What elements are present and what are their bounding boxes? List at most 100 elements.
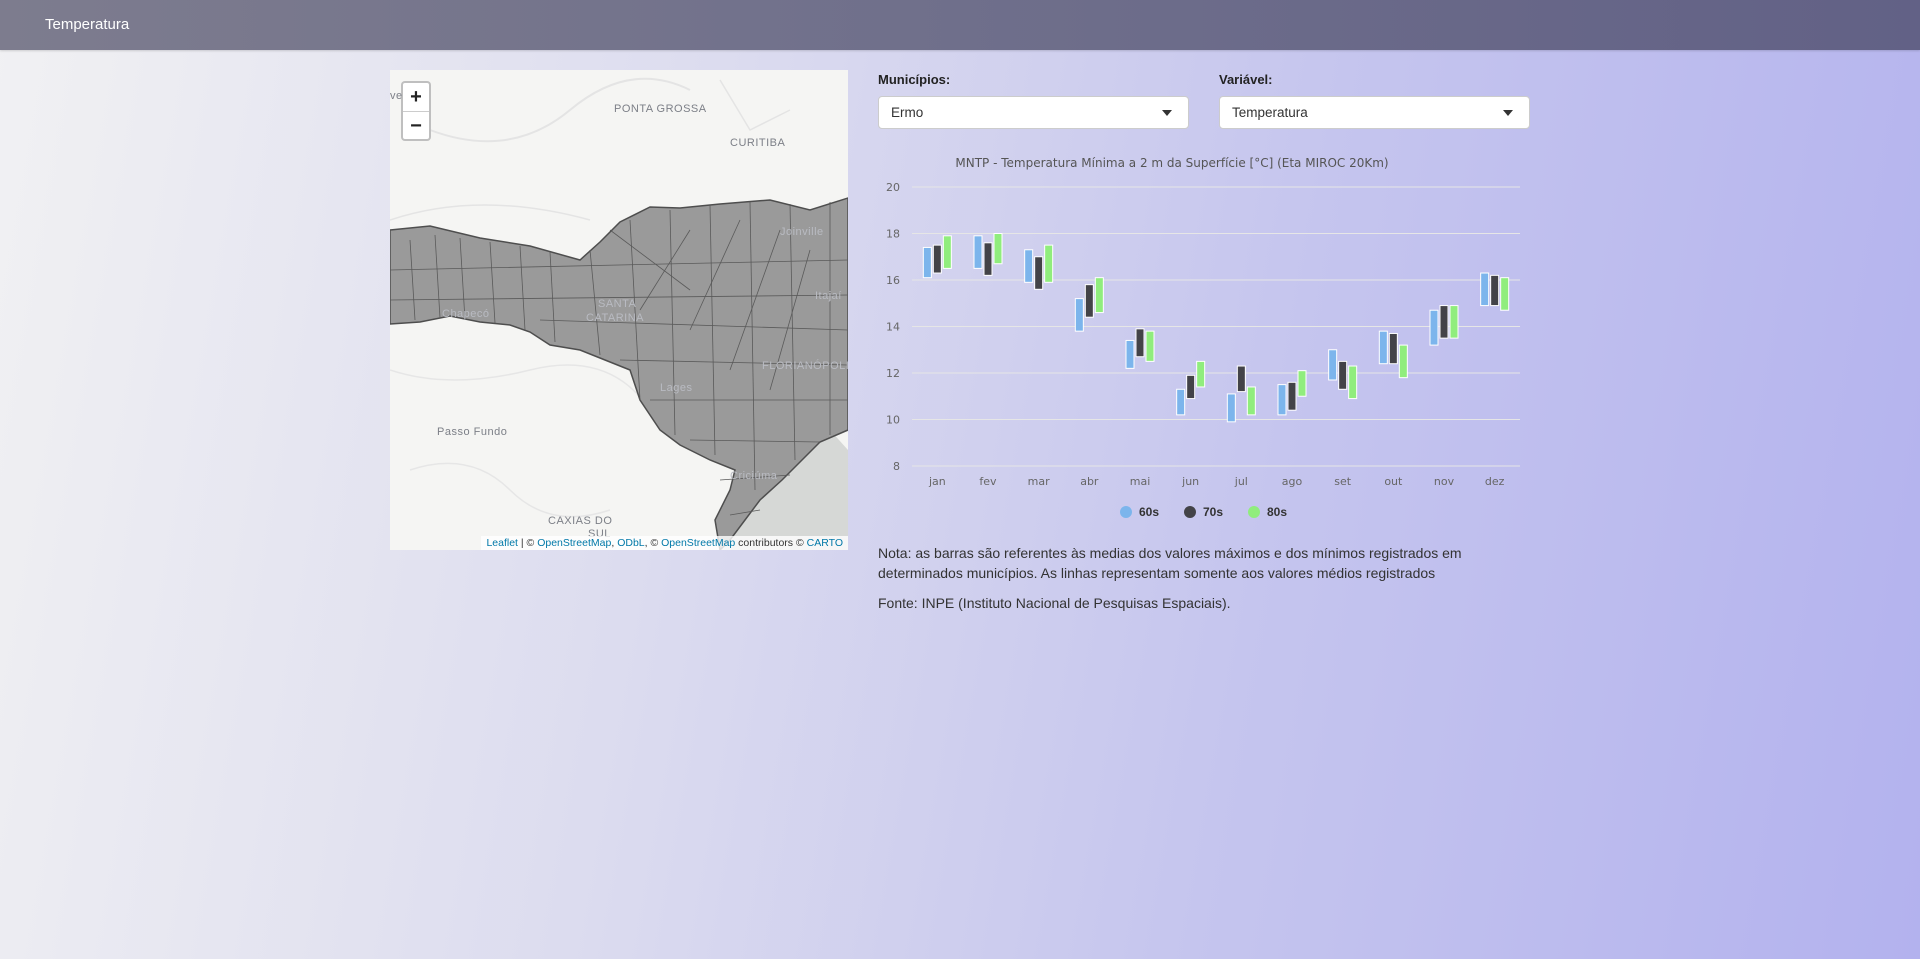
x-tick-label: jul bbox=[1234, 475, 1248, 488]
attrib-sep: | © bbox=[517, 537, 538, 549]
map-label-edge: ve bbox=[390, 90, 403, 102]
x-tick-label: out bbox=[1384, 475, 1403, 488]
bar-80s-abr bbox=[1094, 277, 1104, 314]
x-tick-label: jun bbox=[1181, 475, 1199, 488]
map-attribution: Leaflet | © OpenStreetMap, ODbL, © OpenS… bbox=[481, 536, 848, 550]
legend-item-70s[interactable]: 70s bbox=[1184, 505, 1223, 519]
chevron-down-icon bbox=[1503, 110, 1513, 116]
x-tick-label: fev bbox=[979, 475, 997, 488]
map-label-joinville: Joinville bbox=[780, 226, 824, 238]
bar-60s-set bbox=[1328, 349, 1338, 381]
map-label-chapeco: Chapecó bbox=[442, 308, 490, 320]
variavel-select[interactable]: Temperatura bbox=[1219, 96, 1530, 129]
y-tick-label: 14 bbox=[886, 321, 900, 334]
bar-60s-mai bbox=[1125, 339, 1135, 369]
map-label-catarina: CATARINA bbox=[586, 312, 644, 324]
leaflet-link[interactable]: Leaflet bbox=[486, 537, 518, 549]
bar-70s-nov bbox=[1439, 305, 1449, 339]
bar-60s-ago bbox=[1277, 384, 1287, 416]
bar-80s-out bbox=[1398, 344, 1408, 379]
legend-label-70s: 70s bbox=[1203, 505, 1224, 519]
y-tick-label: 12 bbox=[886, 367, 900, 380]
bar-70s-jul bbox=[1236, 365, 1246, 393]
osm-link[interactable]: OpenStreetMap bbox=[537, 537, 611, 549]
bar-70s-dez bbox=[1490, 274, 1500, 307]
bar-70s-fev bbox=[983, 242, 993, 276]
bar-60s-jan bbox=[922, 246, 932, 279]
odbl-link[interactable]: ODbL bbox=[617, 537, 644, 549]
y-tick-label: 18 bbox=[886, 228, 900, 241]
bar-80s-mar bbox=[1044, 244, 1054, 283]
y-tick-label: 10 bbox=[886, 414, 900, 427]
bar-70s-set bbox=[1338, 360, 1348, 390]
legend-item-60s[interactable]: 60s bbox=[1120, 505, 1159, 519]
bar-70s-jun bbox=[1186, 374, 1196, 400]
bar-80s-dez bbox=[1500, 277, 1510, 311]
map-label-curitiba: CURITIBA bbox=[730, 137, 786, 149]
bar-60s-dez bbox=[1480, 272, 1490, 307]
chart-title: MNTP - Temperatura Mínima a 2 m da Super… bbox=[955, 156, 1388, 170]
chevron-down-icon bbox=[1162, 110, 1172, 116]
attrib-sep2: , © bbox=[644, 537, 662, 549]
zoom-control: + − bbox=[401, 81, 431, 141]
bar-70s-mai bbox=[1135, 328, 1145, 358]
bar-70s-abr bbox=[1084, 284, 1094, 318]
bar-80s-nov bbox=[1449, 305, 1459, 339]
bar-60s-jun bbox=[1176, 388, 1186, 416]
map-label-caxias: CAXIAS DO bbox=[548, 515, 613, 527]
x-tick-label: jan bbox=[928, 475, 946, 488]
bar-80s-jan bbox=[942, 235, 952, 269]
carto-link[interactable]: CARTO bbox=[807, 537, 843, 549]
legend-dot-icon bbox=[1184, 506, 1196, 518]
temperature-chart: MNTP - Temperatura Mínima a 2 m da Super… bbox=[886, 156, 1520, 488]
y-tick-label: 20 bbox=[886, 181, 900, 194]
bar-80s-set bbox=[1348, 365, 1358, 400]
attrib-contrib: contributors © bbox=[735, 537, 807, 549]
bar-80s-mai bbox=[1145, 330, 1155, 362]
zoom-in-button[interactable]: + bbox=[403, 83, 429, 112]
map[interactable]: + − PONTA GROSSA CURITIBA Joinville Itaj… bbox=[390, 70, 848, 550]
municipios-label: Municípios: bbox=[878, 72, 951, 87]
note-line-2: determinados municípios. As linhas repre… bbox=[878, 565, 1436, 581]
map-label-santa: SANTA bbox=[598, 298, 637, 310]
x-tick-label: mar bbox=[1028, 475, 1050, 488]
navbar-title[interactable]: Temperatura bbox=[45, 16, 129, 33]
bar-70s-ago bbox=[1287, 381, 1297, 411]
map-label-passo-fundo: Passo Fundo bbox=[437, 426, 508, 438]
variavel-label: Variável: bbox=[1219, 72, 1273, 87]
legend-dot-icon bbox=[1120, 506, 1132, 518]
bar-70s-jan bbox=[932, 244, 942, 274]
map-label-ponta-grossa: PONTA GROSSA bbox=[614, 103, 707, 115]
bar-60s-nov bbox=[1429, 309, 1439, 346]
note-text: Nota: as barras são referentes às medias… bbox=[878, 543, 1462, 583]
y-tick-label: 8 bbox=[893, 460, 900, 473]
map-label-florianopolis: FLORIANÓPOLIS bbox=[762, 360, 848, 372]
bar-80s-jun bbox=[1196, 360, 1206, 388]
bar-60s-jul bbox=[1226, 393, 1236, 423]
osm-link-2[interactable]: OpenStreetMap bbox=[661, 537, 735, 549]
note-line-1: Nota: as barras são referentes às medias… bbox=[878, 545, 1462, 561]
legend-label-80s: 80s bbox=[1267, 505, 1288, 519]
x-tick-label: nov bbox=[1434, 475, 1455, 488]
map-label-itajai: Itajaí bbox=[815, 290, 842, 302]
source-text: Fonte: INPE (Instituto Nacional de Pesqu… bbox=[878, 595, 1231, 611]
bar-60s-abr bbox=[1074, 298, 1084, 332]
bar-60s-mar bbox=[1024, 249, 1034, 283]
map-label-criciuma: Criciúma bbox=[730, 470, 778, 482]
x-tick-label: abr bbox=[1080, 475, 1099, 488]
bar-80s-ago bbox=[1297, 370, 1307, 397]
municipios-value: Ermo bbox=[891, 105, 924, 120]
x-tick-label: set bbox=[1334, 475, 1351, 488]
zoom-out-button[interactable]: − bbox=[403, 112, 429, 140]
bar-70s-out bbox=[1388, 332, 1398, 365]
x-tick-label: ago bbox=[1282, 475, 1303, 488]
navbar: Temperatura bbox=[0, 0, 1920, 50]
variavel-value: Temperatura bbox=[1232, 105, 1308, 120]
legend-label-60s: 60s bbox=[1139, 505, 1160, 519]
legend-item-80s[interactable]: 80s bbox=[1248, 505, 1287, 519]
bar-80s-fev bbox=[993, 233, 1003, 265]
municipios-select[interactable]: Ermo bbox=[878, 96, 1189, 129]
bar-60s-out bbox=[1378, 330, 1388, 365]
x-tick-label: dez bbox=[1485, 475, 1505, 488]
legend-dot-icon bbox=[1248, 506, 1260, 518]
